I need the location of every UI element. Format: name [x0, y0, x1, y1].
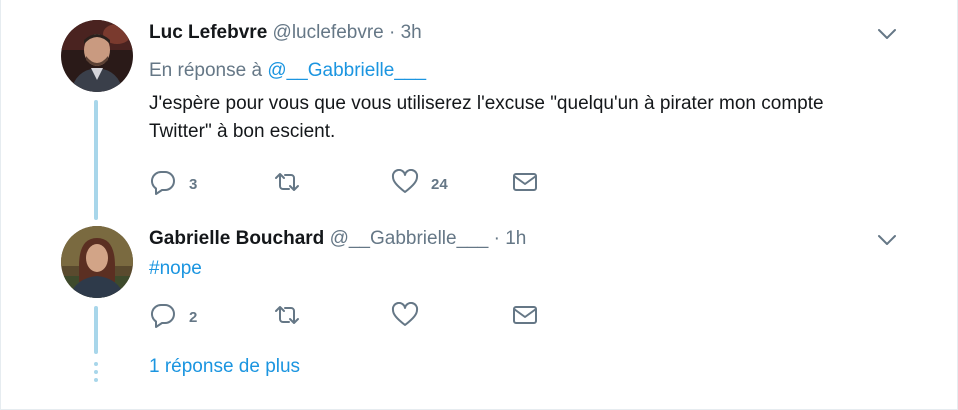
tweet-text: J'espère pour vous que vous utiliserez l… — [149, 93, 824, 142]
heart-icon — [391, 301, 419, 333]
tweet-actions: 3 24 — [149, 168, 569, 200]
user-handle[interactable]: @__Gabbrielle___ — [330, 228, 489, 249]
reply-count: 3 — [189, 175, 198, 193]
thread-ellipsis-dot — [94, 378, 98, 382]
avatar[interactable] — [61, 226, 133, 298]
chevron-down-icon[interactable] — [877, 233, 897, 247]
reply-icon — [149, 302, 177, 333]
reply-icon — [149, 169, 177, 200]
display-name[interactable]: Luc Lefebvre — [149, 22, 267, 43]
retweet-icon — [273, 169, 301, 200]
direct-message-button[interactable] — [511, 170, 539, 198]
retweet-icon — [273, 302, 301, 333]
reply-button[interactable]: 2 — [149, 303, 197, 331]
thread-ellipsis-dot — [94, 362, 98, 366]
retweet-button[interactable] — [273, 303, 313, 331]
thread-connector-line — [94, 100, 98, 220]
user-handle[interactable]: @luclefebvre — [273, 22, 384, 43]
direct-message-button[interactable] — [511, 303, 539, 331]
tweet-header: Gabrielle Bouchard @__Gabbrielle___ · 1h — [149, 227, 526, 251]
display-name[interactable]: Gabrielle Bouchard — [149, 228, 324, 249]
hashtag-link[interactable]: #nope — [149, 257, 202, 281]
show-more-replies-link[interactable]: 1 réponse de plus — [149, 355, 300, 379]
envelope-icon — [511, 169, 539, 200]
separator: · — [389, 22, 396, 43]
retweet-button[interactable] — [273, 170, 313, 198]
avatar[interactable] — [61, 20, 133, 92]
reply-context: En réponse à @__Gabbrielle___ — [149, 59, 426, 83]
separator: · — [493, 228, 500, 249]
reply-prefix: En réponse à — [149, 60, 263, 81]
tweet-actions: 2 — [149, 301, 569, 333]
reply-count: 2 — [189, 308, 198, 326]
conversation-thread: Luc Lefebvre @luclefebvre · 3h En répons… — [0, 0, 958, 410]
timestamp[interactable]: 3h — [401, 22, 422, 43]
tweet-header: Luc Lefebvre @luclefebvre · 3h — [149, 21, 422, 45]
reply-handle-link[interactable]: @__Gabbrielle___ — [267, 60, 426, 81]
heart-icon — [391, 168, 419, 200]
like-button[interactable]: 24 — [391, 168, 448, 200]
like-count: 24 — [431, 175, 448, 193]
thread-ellipsis-dot — [94, 370, 98, 374]
chevron-down-icon[interactable] — [877, 27, 897, 41]
envelope-icon — [511, 302, 539, 333]
reply-button[interactable]: 3 — [149, 170, 197, 198]
like-button[interactable] — [391, 301, 431, 333]
timestamp[interactable]: 1h — [505, 228, 526, 249]
thread-connector-line — [94, 306, 98, 354]
